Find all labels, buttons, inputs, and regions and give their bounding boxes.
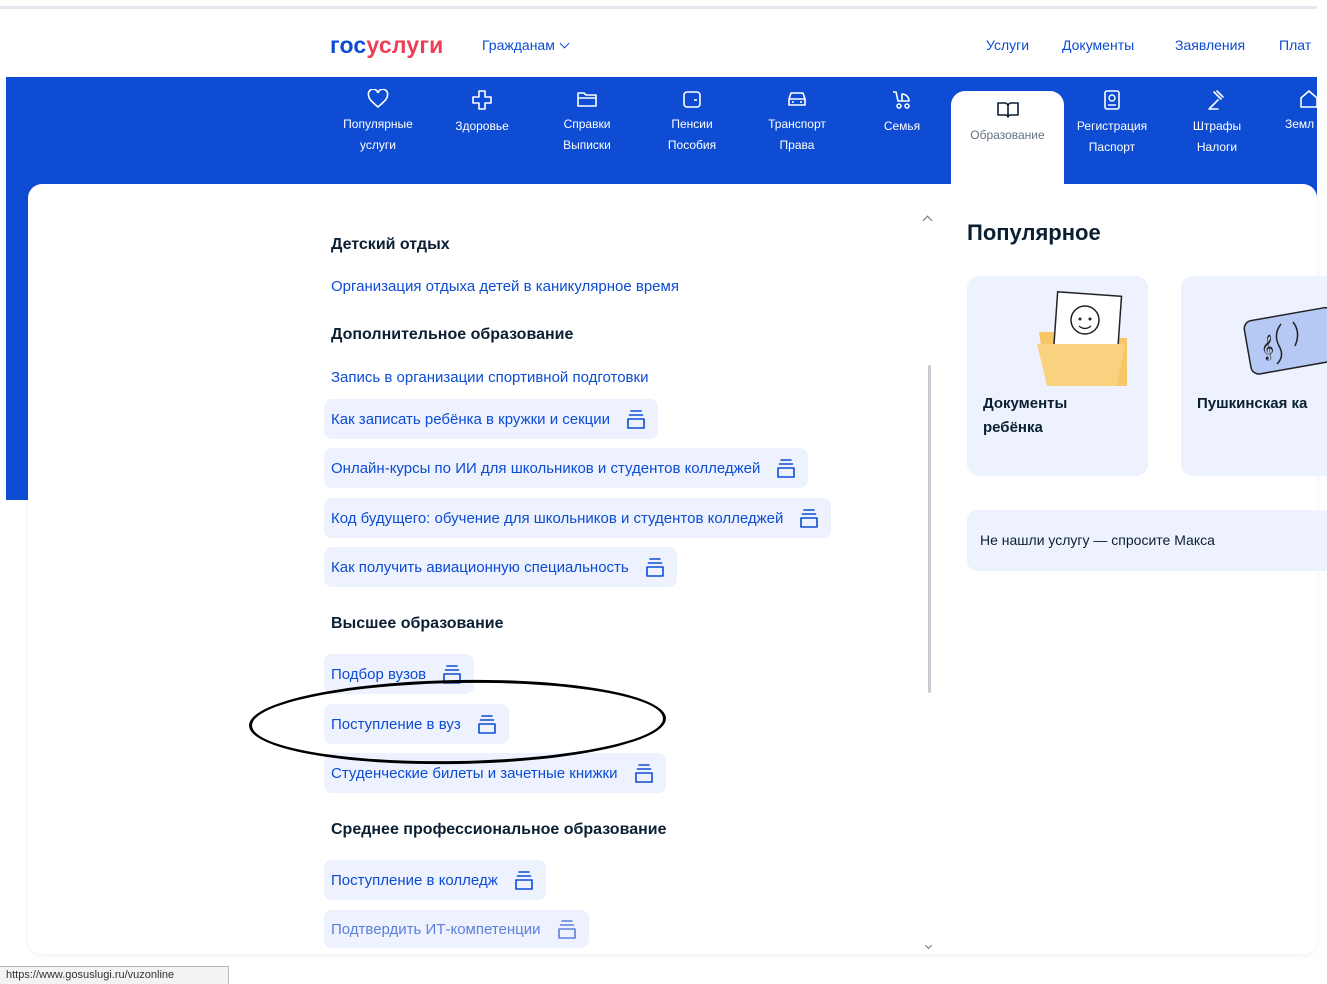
nav-documents[interactable]: Документы [1062,37,1134,53]
svg-text:𝄞: 𝄞 [1261,334,1274,360]
category-registration[interactable]: Регистрация Паспорт [1067,89,1157,158]
nav-payments[interactable]: Плат [1279,37,1311,53]
link-kids-vacation[interactable]: Организация отдыха детей в каникулярное … [331,278,679,295]
archive-box-icon [634,764,653,783]
archive-box-icon [477,715,496,734]
ask-max-button[interactable]: Не нашли услугу — спросите Макса [967,510,1327,571]
link-it-competence[interactable]: Подтвердить ИТ-компетенции [324,910,589,948]
section-title-secondary: Среднее профессиональное образование [331,821,667,838]
folder-with-photo-illustration [1037,291,1127,386]
status-bar-url: https://www.gosuslugi.ru/vuzonline [0,966,229,984]
gosuslugi-logo[interactable]: госуслуги [330,32,443,59]
archive-box-icon [557,920,576,939]
top-divider [0,6,1317,9]
category-popular[interactable]: Популярные услуги [335,89,421,156]
chevron-down-icon [559,38,570,49]
link-university-admission[interactable]: Поступление в вуз [324,704,509,744]
archive-box-icon [777,459,796,478]
link-future-code[interactable]: Код будущего: обучение для школьников и … [324,498,832,538]
archive-box-icon [645,558,664,577]
popular-title: Популярное [967,220,1101,245]
section-title-higher: Высшее образование [331,615,504,632]
category-fines[interactable]: Штрафы Налоги [1180,89,1254,158]
archive-box-icon [443,665,461,684]
citizens-dropdown[interactable]: Гражданам [482,37,570,53]
link-college-admission[interactable]: Поступление в колледж [324,860,546,900]
card-child-documents[interactable]: Документы ребёнка [967,276,1148,476]
card-pushkin-card[interactable]: 𝄞 Пушкинская ка [1181,276,1327,476]
archive-box-icon [800,509,819,528]
book-icon [996,102,1019,118]
nav-applications[interactable]: Заявления [1175,37,1245,53]
archive-box-icon [627,410,645,429]
stroller-icon [893,91,910,109]
category-certificates[interactable]: Справки Выписки [552,89,622,156]
category-land[interactable]: Земл [1280,89,1320,135]
section-title-kids-rest: Детский отдых [331,236,450,253]
category-education[interactable]: Образование [951,91,1064,187]
category-transport[interactable]: Транспорт Права [757,89,837,156]
passport-icon [1104,90,1120,110]
link-university-selection[interactable]: Подбор вузов [324,654,475,694]
link-ai-courses[interactable]: Онлайн-курсы по ИИ для школьников и студ… [324,448,809,488]
house-icon [1300,90,1318,108]
scrollbar-thumb[interactable] [928,365,931,693]
folder-icon [577,92,597,107]
site-header: госуслуги Гражданам Услуги Документы Зая… [0,10,1327,77]
heart-icon [367,89,389,109]
section-title-additional: Дополнительное образование [331,326,574,343]
wallet-icon [683,91,701,108]
link-clubs-sections[interactable]: Как записать ребёнка в кружки и секции [324,399,659,439]
link-aviation[interactable]: Как получить авиационную специальность [324,547,677,587]
pushkin-card-illustration: 𝄞 [1243,306,1327,375]
gavel-icon [1208,90,1224,110]
category-family[interactable]: Семья [872,89,932,137]
medical-cross-icon [472,90,492,110]
nav-services[interactable]: Услуги [986,37,1029,53]
link-sport-training[interactable]: Запись в организации спортивной подготов… [331,369,648,386]
archive-box-icon [514,871,533,890]
category-bar: Популярные услуги Здоровье Справки Выписки… [0,77,1327,187]
link-student-cards[interactable]: Студенческие билеты и зачетные книжки [324,753,666,793]
car-icon [788,92,806,106]
category-health[interactable]: Здоровье [447,89,517,137]
category-pensions[interactable]: Пенсии Пособия [657,89,727,156]
